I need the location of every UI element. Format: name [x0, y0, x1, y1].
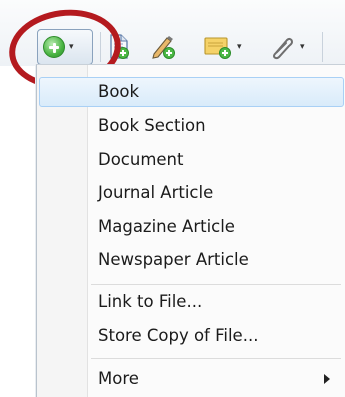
menu-item-label: Link to File... [98, 292, 203, 311]
pen-plus-icon [152, 36, 175, 59]
menu-item-label: Store Copy of File... [98, 326, 259, 345]
menu-item-label: Journal Article [98, 183, 214, 202]
new-note-button[interactable]: ▾ [203, 30, 247, 64]
menu-item-label: Document [98, 150, 184, 169]
menu-item-document[interactable]: Document [39, 145, 344, 175]
menu-separator [91, 284, 341, 285]
chevron-down-icon: ▾ [237, 41, 242, 52]
menu-item-label: Book Section [98, 116, 206, 135]
menu-item-label: More [98, 369, 139, 388]
menu-separator [91, 358, 341, 359]
menu-item-journal-article[interactable]: Journal Article [39, 178, 344, 208]
menu-item-label: Book [98, 82, 140, 101]
note-plus-icon [204, 37, 231, 59]
menu-item-book-section[interactable]: Book Section [39, 111, 344, 141]
menu-item-link-to-file[interactable]: Link to File... [39, 287, 344, 317]
attachment-button[interactable]: ▾ [268, 30, 312, 64]
menu-item-store-copy-of-file[interactable]: Store Copy of File... [39, 321, 344, 351]
paperclip-icon [272, 37, 294, 60]
toolbar-divider [322, 32, 323, 62]
menu-item-label: Magazine Article [98, 217, 235, 236]
menu-item-more[interactable]: More [39, 364, 344, 394]
menu-item-newspaper-article[interactable]: Newspaper Article [39, 245, 344, 275]
chevron-right-icon [324, 374, 330, 384]
menu-item-book[interactable]: Book [39, 77, 344, 107]
menu-item-magazine-article[interactable]: Magazine Article [39, 212, 344, 242]
menu-item-label: Newspaper Article [98, 250, 249, 269]
new-item-dropdown-menu: Book Book Section Document Journal Artic… [36, 64, 345, 397]
chevron-down-icon: ▾ [300, 41, 305, 52]
new-note-pen-button[interactable] [150, 30, 180, 64]
